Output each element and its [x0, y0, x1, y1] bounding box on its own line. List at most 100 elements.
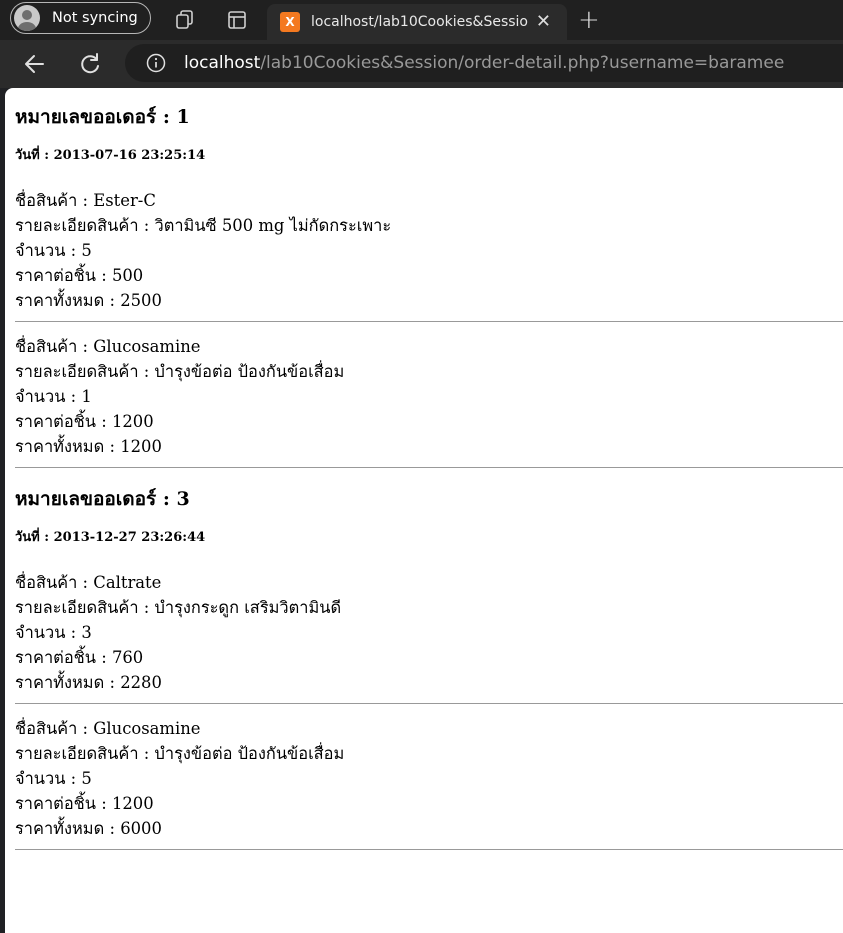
- item-price-row: ราคาต่อชิ้น : 500: [15, 263, 843, 288]
- order-date-label: วันที่ :: [15, 148, 54, 163]
- order-title: หมายเลขออเดอร์ : 3: [15, 486, 843, 513]
- item-price-label: ราคาต่อชิ้น :: [15, 794, 112, 813]
- url-host: localhost: [184, 53, 261, 73]
- refresh-icon[interactable]: [76, 50, 104, 78]
- order-date-label: วันที่ :: [15, 530, 54, 545]
- item-qty-value: 1: [81, 387, 92, 406]
- item-total-label: ราคาทั้งหมด :: [15, 291, 121, 310]
- item-total-label: ราคาทั้งหมด :: [15, 437, 121, 456]
- order-number-label: หมายเลขออเดอร์ :: [15, 488, 177, 510]
- page-content: หมายเลขออเดอร์ : 1 วันที่ : 2013-07-16 23…: [5, 88, 843, 933]
- order-number: 3: [176, 488, 190, 510]
- item-divider: [15, 321, 843, 322]
- order-item: ชื่อสินค้า : Caltrate รายละเอียดสินค้า : …: [15, 570, 843, 704]
- item-name-row: ชื่อสินค้า : Glucosamine: [15, 716, 843, 741]
- order-item: ชื่อสินค้า : Ester-C รายละเอียดสินค้า : ว…: [15, 188, 843, 322]
- item-total-value: 2280: [120, 673, 162, 692]
- item-name-value: Ester-C: [93, 191, 156, 210]
- item-name-value: Glucosamine: [93, 719, 201, 738]
- workspaces-icon[interactable]: [174, 9, 196, 31]
- info-icon[interactable]: [146, 53, 166, 73]
- order-items: ชื่อสินค้า : Caltrate รายละเอียดสินค้า : …: [15, 570, 843, 850]
- profile-button[interactable]: Not syncing: [10, 2, 151, 34]
- item-total-row: ราคาทั้งหมด : 1200: [15, 434, 843, 459]
- item-price-value: 500: [111, 266, 144, 285]
- url-path: /lab10Cookies&Session/order-detail.php?u…: [260, 53, 785, 73]
- new-tab-icon[interactable]: +: [578, 5, 600, 35]
- item-total-label: ราคาทั้งหมด :: [15, 819, 121, 838]
- item-qty-label: จำนวน :: [15, 387, 82, 406]
- order-date: วันที่ : 2013-07-16 23:25:14: [15, 148, 843, 164]
- item-total-value: 6000: [120, 819, 162, 838]
- item-detail-value: บำรุงกระดูก เสริมวิตามินดี: [154, 598, 342, 617]
- order-title: หมายเลขออเดอร์ : 1: [15, 104, 843, 131]
- item-qty-label: จำนวน :: [15, 769, 82, 788]
- item-name-label: ชื่อสินค้า :: [15, 337, 94, 356]
- order-number-label: หมายเลขออเดอร์ :: [15, 106, 177, 128]
- item-name-row: ชื่อสินค้า : Ester-C: [15, 188, 843, 213]
- item-detail-row: รายละเอียดสินค้า : บำรุงกระดูก เสริมวิตา…: [15, 595, 843, 620]
- item-detail-value: บำรุงข้อต่อ ป้องกันข้อเสื่อม: [154, 744, 345, 763]
- item-detail-label: รายละเอียดสินค้า :: [15, 744, 155, 763]
- profile-label: Not syncing: [52, 10, 138, 26]
- close-icon[interactable]: ✕: [536, 11, 551, 32]
- item-qty-value: 5: [81, 241, 92, 260]
- item-price-row: ราคาต่อชิ้น : 1200: [15, 791, 843, 816]
- item-divider: [15, 703, 843, 704]
- item-detail-value: วิตามินซี 500 mg ไม่กัดกระเพาะ: [154, 216, 392, 235]
- active-tab[interactable]: X localhost/lab10Cookies&Session/order-d…: [267, 4, 567, 40]
- browser-tab-bar: Not syncing X localhost/lab10Cookies&Ses…: [0, 0, 843, 40]
- order-item: ชื่อสินค้า : Glucosamine รายละเอียดสินค้า…: [15, 716, 843, 850]
- item-qty-row: จำนวน : 5: [15, 238, 843, 263]
- item-price-value: 760: [111, 648, 144, 667]
- item-price-value: 1200: [111, 794, 154, 813]
- item-name-row: ชื่อสินค้า : Glucosamine: [15, 334, 843, 359]
- item-total-label: ราคาทั้งหมด :: [15, 673, 121, 692]
- item-total-row: ราคาทั้งหมด : 2280: [15, 670, 843, 695]
- tab-title: localhost/lab10Cookies&Session/order-det…: [311, 14, 529, 30]
- item-qty-label: จำนวน :: [15, 241, 82, 260]
- item-name-label: ชื่อสินค้า :: [15, 719, 94, 738]
- item-divider: [15, 467, 843, 468]
- item-detail-label: รายละเอียดสินค้า :: [15, 598, 155, 617]
- item-detail-row: รายละเอียดสินค้า : บำรุงข้อต่อ ป้องกันข้…: [15, 359, 843, 384]
- order-number: 1: [176, 106, 190, 128]
- item-detail-label: รายละเอียดสินค้า :: [15, 362, 155, 381]
- item-price-row: ราคาต่อชิ้น : 760: [15, 645, 843, 670]
- item-detail-row: รายละเอียดสินค้า : บำรุงข้อต่อ ป้องกันข้…: [15, 741, 843, 766]
- item-qty-row: จำนวน : 1: [15, 384, 843, 409]
- order-date-value: 2013-07-16 23:25:14: [53, 148, 206, 163]
- order-block: หมายเลขออเดอร์ : 3 วันที่ : 2013-12-27 23…: [15, 486, 843, 850]
- item-qty-row: จำนวน : 3: [15, 620, 843, 645]
- item-price-value: 1200: [111, 412, 154, 431]
- browser-toolbar: localhost/lab10Cookies&Session/order-det…: [0, 40, 843, 88]
- item-qty-value: 5: [81, 769, 92, 788]
- vertical-tabs-icon[interactable]: [226, 9, 248, 31]
- item-total-value: 1200: [120, 437, 162, 456]
- orders-list: หมายเลขออเดอร์ : 1 วันที่ : 2013-07-16 23…: [5, 104, 843, 850]
- address-bar[interactable]: localhost/lab10Cookies&Session/order-det…: [125, 44, 843, 82]
- item-qty-value: 3: [81, 623, 92, 642]
- item-detail-label: รายละเอียดสินค้า :: [15, 216, 155, 235]
- item-price-label: ราคาต่อชิ้น :: [15, 266, 112, 285]
- order-item: ชื่อสินค้า : Glucosamine รายละเอียดสินค้า…: [15, 334, 843, 468]
- item-name-label: ชื่อสินค้า :: [15, 573, 94, 592]
- item-detail-value: บำรุงข้อต่อ ป้องกันข้อเสื่อม: [154, 362, 345, 381]
- item-name-label: ชื่อสินค้า :: [15, 191, 94, 210]
- order-block: หมายเลขออเดอร์ : 1 วันที่ : 2013-07-16 23…: [15, 104, 843, 468]
- item-price-label: ราคาต่อชิ้น :: [15, 412, 112, 431]
- item-name-value: Glucosamine: [93, 337, 201, 356]
- item-total-value: 2500: [120, 291, 162, 310]
- item-total-row: ราคาทั้งหมด : 6000: [15, 816, 843, 841]
- item-total-row: ราคาทั้งหมด : 2500: [15, 288, 843, 313]
- item-price-label: ราคาต่อชิ้น :: [15, 648, 112, 667]
- back-icon[interactable]: [21, 50, 49, 78]
- item-detail-row: รายละเอียดสินค้า : วิตามินซี 500 mg ไม่ก…: [15, 213, 843, 238]
- profile-avatar-icon: [14, 5, 40, 31]
- item-name-row: ชื่อสินค้า : Caltrate: [15, 570, 843, 595]
- order-items: ชื่อสินค้า : Ester-C รายละเอียดสินค้า : ว…: [15, 188, 843, 468]
- xampp-favicon-icon: X: [280, 12, 300, 32]
- item-name-value: Caltrate: [93, 573, 162, 592]
- item-price-row: ราคาต่อชิ้น : 1200: [15, 409, 843, 434]
- item-qty-label: จำนวน :: [15, 623, 82, 642]
